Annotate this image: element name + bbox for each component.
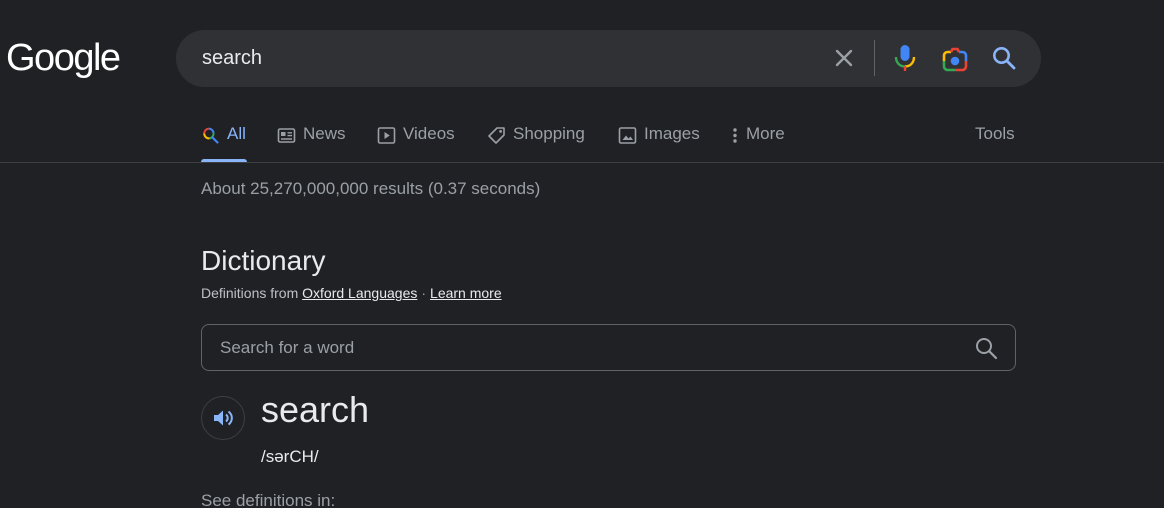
newspaper-icon (277, 128, 296, 143)
search-by-image-button[interactable] (941, 45, 969, 73)
word-search-input[interactable] (220, 336, 940, 360)
clear-search-button[interactable] (832, 46, 856, 70)
result-stats: About 25,270,000,000 results (0.37 secon… (201, 179, 541, 198)
dictionary-source: Definitions from Oxford Languages · Learn … (201, 285, 502, 301)
tab-news-label: News (303, 124, 346, 143)
word-search-button[interactable] (974, 336, 999, 361)
dictionary-title: Dictionary (201, 245, 326, 276)
tab-shopping[interactable]: Shopping (487, 124, 585, 162)
play-icon (377, 127, 396, 144)
tab-shopping-label: Shopping (513, 124, 585, 143)
search-bar (176, 30, 1041, 87)
tools-button[interactable]: Tools (975, 124, 1015, 144)
tab-images-label: Images (644, 124, 700, 143)
magnifier-icon (993, 47, 1016, 70)
magnifier-icon (976, 338, 998, 360)
oxford-languages-link[interactable]: Oxford Languages (302, 285, 417, 301)
dictionary-source-prefix: Definitions from (201, 285, 299, 301)
search-results-page: Google search All News Videos Shopping I… (0, 0, 1164, 508)
tabs-divider (0, 162, 1164, 163)
see-definitions-label: See definitions in: (201, 491, 336, 508)
tab-more-label: More (746, 124, 785, 143)
phonetic-spelling: /sərCH/ (261, 447, 319, 466)
multicolor-search-icon (203, 127, 219, 144)
learn-more-link[interactable]: Learn more (430, 285, 502, 301)
tab-videos-label: Videos (403, 124, 455, 143)
search-submit-button[interactable] (991, 45, 1017, 71)
search-bar-divider (874, 40, 875, 76)
source-separator: · (421, 285, 427, 301)
pronunciation-audio-button[interactable] (201, 396, 245, 440)
tag-icon (488, 127, 505, 144)
google-logo[interactable]: Google (6, 37, 121, 80)
tab-images[interactable]: Images (618, 124, 700, 162)
vertical-dots-icon (733, 128, 737, 143)
google-lens-icon (942, 47, 968, 72)
tab-news[interactable]: News (277, 124, 346, 162)
word-search-box (201, 324, 1016, 371)
tab-videos[interactable]: Videos (377, 124, 455, 162)
search-tabs: All News Videos Shopping Images More Too… (0, 112, 1164, 162)
tab-all[interactable]: All (201, 124, 247, 162)
voice-search-button[interactable] (892, 44, 918, 72)
tab-more[interactable]: More (731, 124, 785, 162)
microphone-icon (894, 45, 916, 71)
search-input[interactable] (202, 44, 822, 72)
image-icon (618, 127, 637, 144)
dictionary-headword: search (261, 389, 370, 430)
close-icon (835, 49, 853, 67)
tab-all-label: All (227, 124, 246, 143)
speaker-icon (214, 410, 233, 426)
